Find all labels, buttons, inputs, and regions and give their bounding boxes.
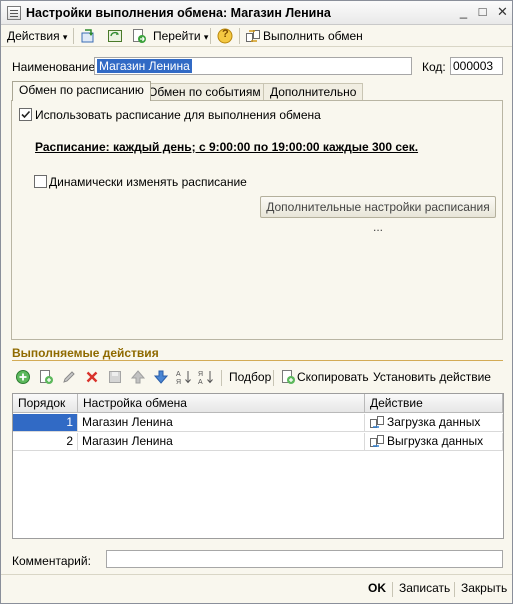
help-icon[interactable]: ? bbox=[217, 28, 233, 44]
move-up-icon[interactable] bbox=[130, 369, 146, 385]
move-down-icon[interactable] bbox=[153, 369, 169, 385]
title-bar: Настройки выполнения обмена: Магазин Лен… bbox=[1, 1, 512, 25]
dynamic-schedule-label: Динамически изменять расписание bbox=[49, 175, 247, 189]
name-label: Наименование: bbox=[12, 60, 99, 74]
help-glyph: ? bbox=[222, 28, 229, 40]
window-icon bbox=[7, 6, 21, 20]
toolbar-divider bbox=[273, 370, 274, 386]
sort-ascending-icon[interactable]: AЯ bbox=[176, 369, 192, 386]
actions-table[interactable]: Порядок Настройка обмена Действие 1 Мага… bbox=[12, 393, 504, 539]
save-disabled-icon[interactable] bbox=[107, 369, 123, 385]
column-header-action[interactable]: Действие bbox=[365, 394, 503, 413]
sort-descending-icon[interactable]: ЯA bbox=[198, 369, 214, 386]
more-schedule-settings-button[interactable]: Дополнительные настройки расписания ... bbox=[260, 196, 496, 234]
refresh-icon[interactable] bbox=[107, 28, 123, 44]
toolbar-divider bbox=[210, 28, 211, 44]
footer-divider bbox=[1, 574, 512, 575]
actions-menu-button[interactable]: Действия ▾ bbox=[7, 28, 67, 44]
toolbar-divider bbox=[239, 28, 240, 44]
action-cell[interactable]: Выгрузка данных bbox=[365, 433, 503, 451]
execute-exchange-icon[interactable] bbox=[245, 28, 261, 44]
actions-menu-label: Действия bbox=[7, 29, 60, 43]
code-label: Код: bbox=[422, 60, 446, 74]
action-cell[interactable]: Загрузка данных bbox=[365, 414, 503, 432]
use-schedule-label: Использовать расписание для выполнения о… bbox=[35, 108, 321, 122]
tab-events[interactable]: Обмен по событиям bbox=[141, 83, 268, 100]
tab-schedule[interactable]: Обмен по расписанию bbox=[12, 81, 151, 101]
add-icon[interactable] bbox=[15, 369, 31, 385]
toolbar-divider bbox=[73, 28, 74, 44]
maximize-button[interactable]: □ bbox=[475, 5, 490, 20]
name-field[interactable]: Магазин Ленина bbox=[94, 57, 412, 75]
name-value: Магазин Ленина bbox=[97, 59, 192, 73]
load-data-icon bbox=[370, 416, 384, 428]
chevron-down-icon: ▾ bbox=[62, 32, 68, 42]
copy-button[interactable]: Скопировать bbox=[297, 370, 369, 384]
goto-menu-button[interactable]: Перейти ▾ bbox=[153, 28, 208, 44]
order-cell[interactable]: 2 bbox=[13, 433, 78, 451]
footer-separator bbox=[454, 582, 455, 597]
schedule-tab-panel bbox=[11, 100, 503, 340]
comment-label: Комментарий: bbox=[12, 554, 91, 568]
tab-additional[interactable]: Дополнительно bbox=[263, 83, 364, 100]
select-button[interactable]: Подбор bbox=[229, 370, 271, 384]
column-header-order[interactable]: Порядок bbox=[13, 394, 78, 413]
settings-window: Настройки выполнения обмена: Магазин Лен… bbox=[0, 0, 513, 604]
close-button[interactable]: ✕ bbox=[495, 5, 510, 20]
save-button[interactable]: Записать bbox=[399, 581, 450, 595]
svg-text:A: A bbox=[176, 371, 181, 378]
ok-button[interactable]: OK bbox=[368, 581, 386, 595]
code-field[interactable]: 000003 bbox=[450, 57, 503, 75]
window-title: Настройки выполнения обмена: Магазин Лен… bbox=[26, 6, 331, 20]
copy-row-icon[interactable] bbox=[38, 369, 54, 385]
copy-doc-icon[interactable] bbox=[280, 369, 296, 385]
order-cell[interactable]: 1 bbox=[13, 414, 78, 432]
use-schedule-checkbox[interactable] bbox=[19, 108, 32, 121]
upload-data-icon bbox=[370, 435, 384, 447]
column-header-setting[interactable]: Настройка обмена bbox=[78, 394, 365, 413]
main-toolbar: Действия ▾ Перейти ▾ ? Выполнить обмен bbox=[1, 25, 512, 47]
setting-cell[interactable]: Магазин Ленина bbox=[78, 414, 365, 432]
execute-exchange-button[interactable]: Выполнить обмен bbox=[263, 28, 363, 44]
actions-section-title: Выполняемые действия bbox=[12, 346, 159, 360]
document-go-icon[interactable] bbox=[131, 28, 147, 44]
delete-icon[interactable] bbox=[84, 369, 100, 385]
goto-menu-label: Перейти bbox=[153, 29, 201, 43]
comment-field[interactable] bbox=[106, 550, 503, 568]
chevron-down-icon: ▾ bbox=[203, 32, 209, 42]
svg-text:Я: Я bbox=[198, 371, 203, 378]
svg-text:A: A bbox=[198, 379, 203, 385]
minimize-button[interactable]: _ bbox=[456, 5, 471, 20]
schedule-link[interactable]: Расписание: каждый день; с 9:00:00 по 19… bbox=[35, 140, 418, 154]
toolbar-divider bbox=[221, 370, 222, 386]
action-label: Загрузка данных bbox=[387, 415, 481, 429]
edit-pencil-icon[interactable] bbox=[61, 369, 77, 385]
close-form-button[interactable]: Закрыть bbox=[461, 581, 507, 595]
section-divider bbox=[12, 360, 503, 361]
dynamic-schedule-checkbox[interactable] bbox=[34, 175, 47, 188]
footer-separator bbox=[392, 582, 393, 597]
svg-text:Я: Я bbox=[176, 379, 181, 385]
go-up-icon[interactable] bbox=[80, 28, 96, 44]
action-label: Выгрузка данных bbox=[387, 434, 484, 448]
set-action-button[interactable]: Установить действие bbox=[373, 370, 491, 384]
setting-cell[interactable]: Магазин Ленина bbox=[78, 433, 365, 451]
